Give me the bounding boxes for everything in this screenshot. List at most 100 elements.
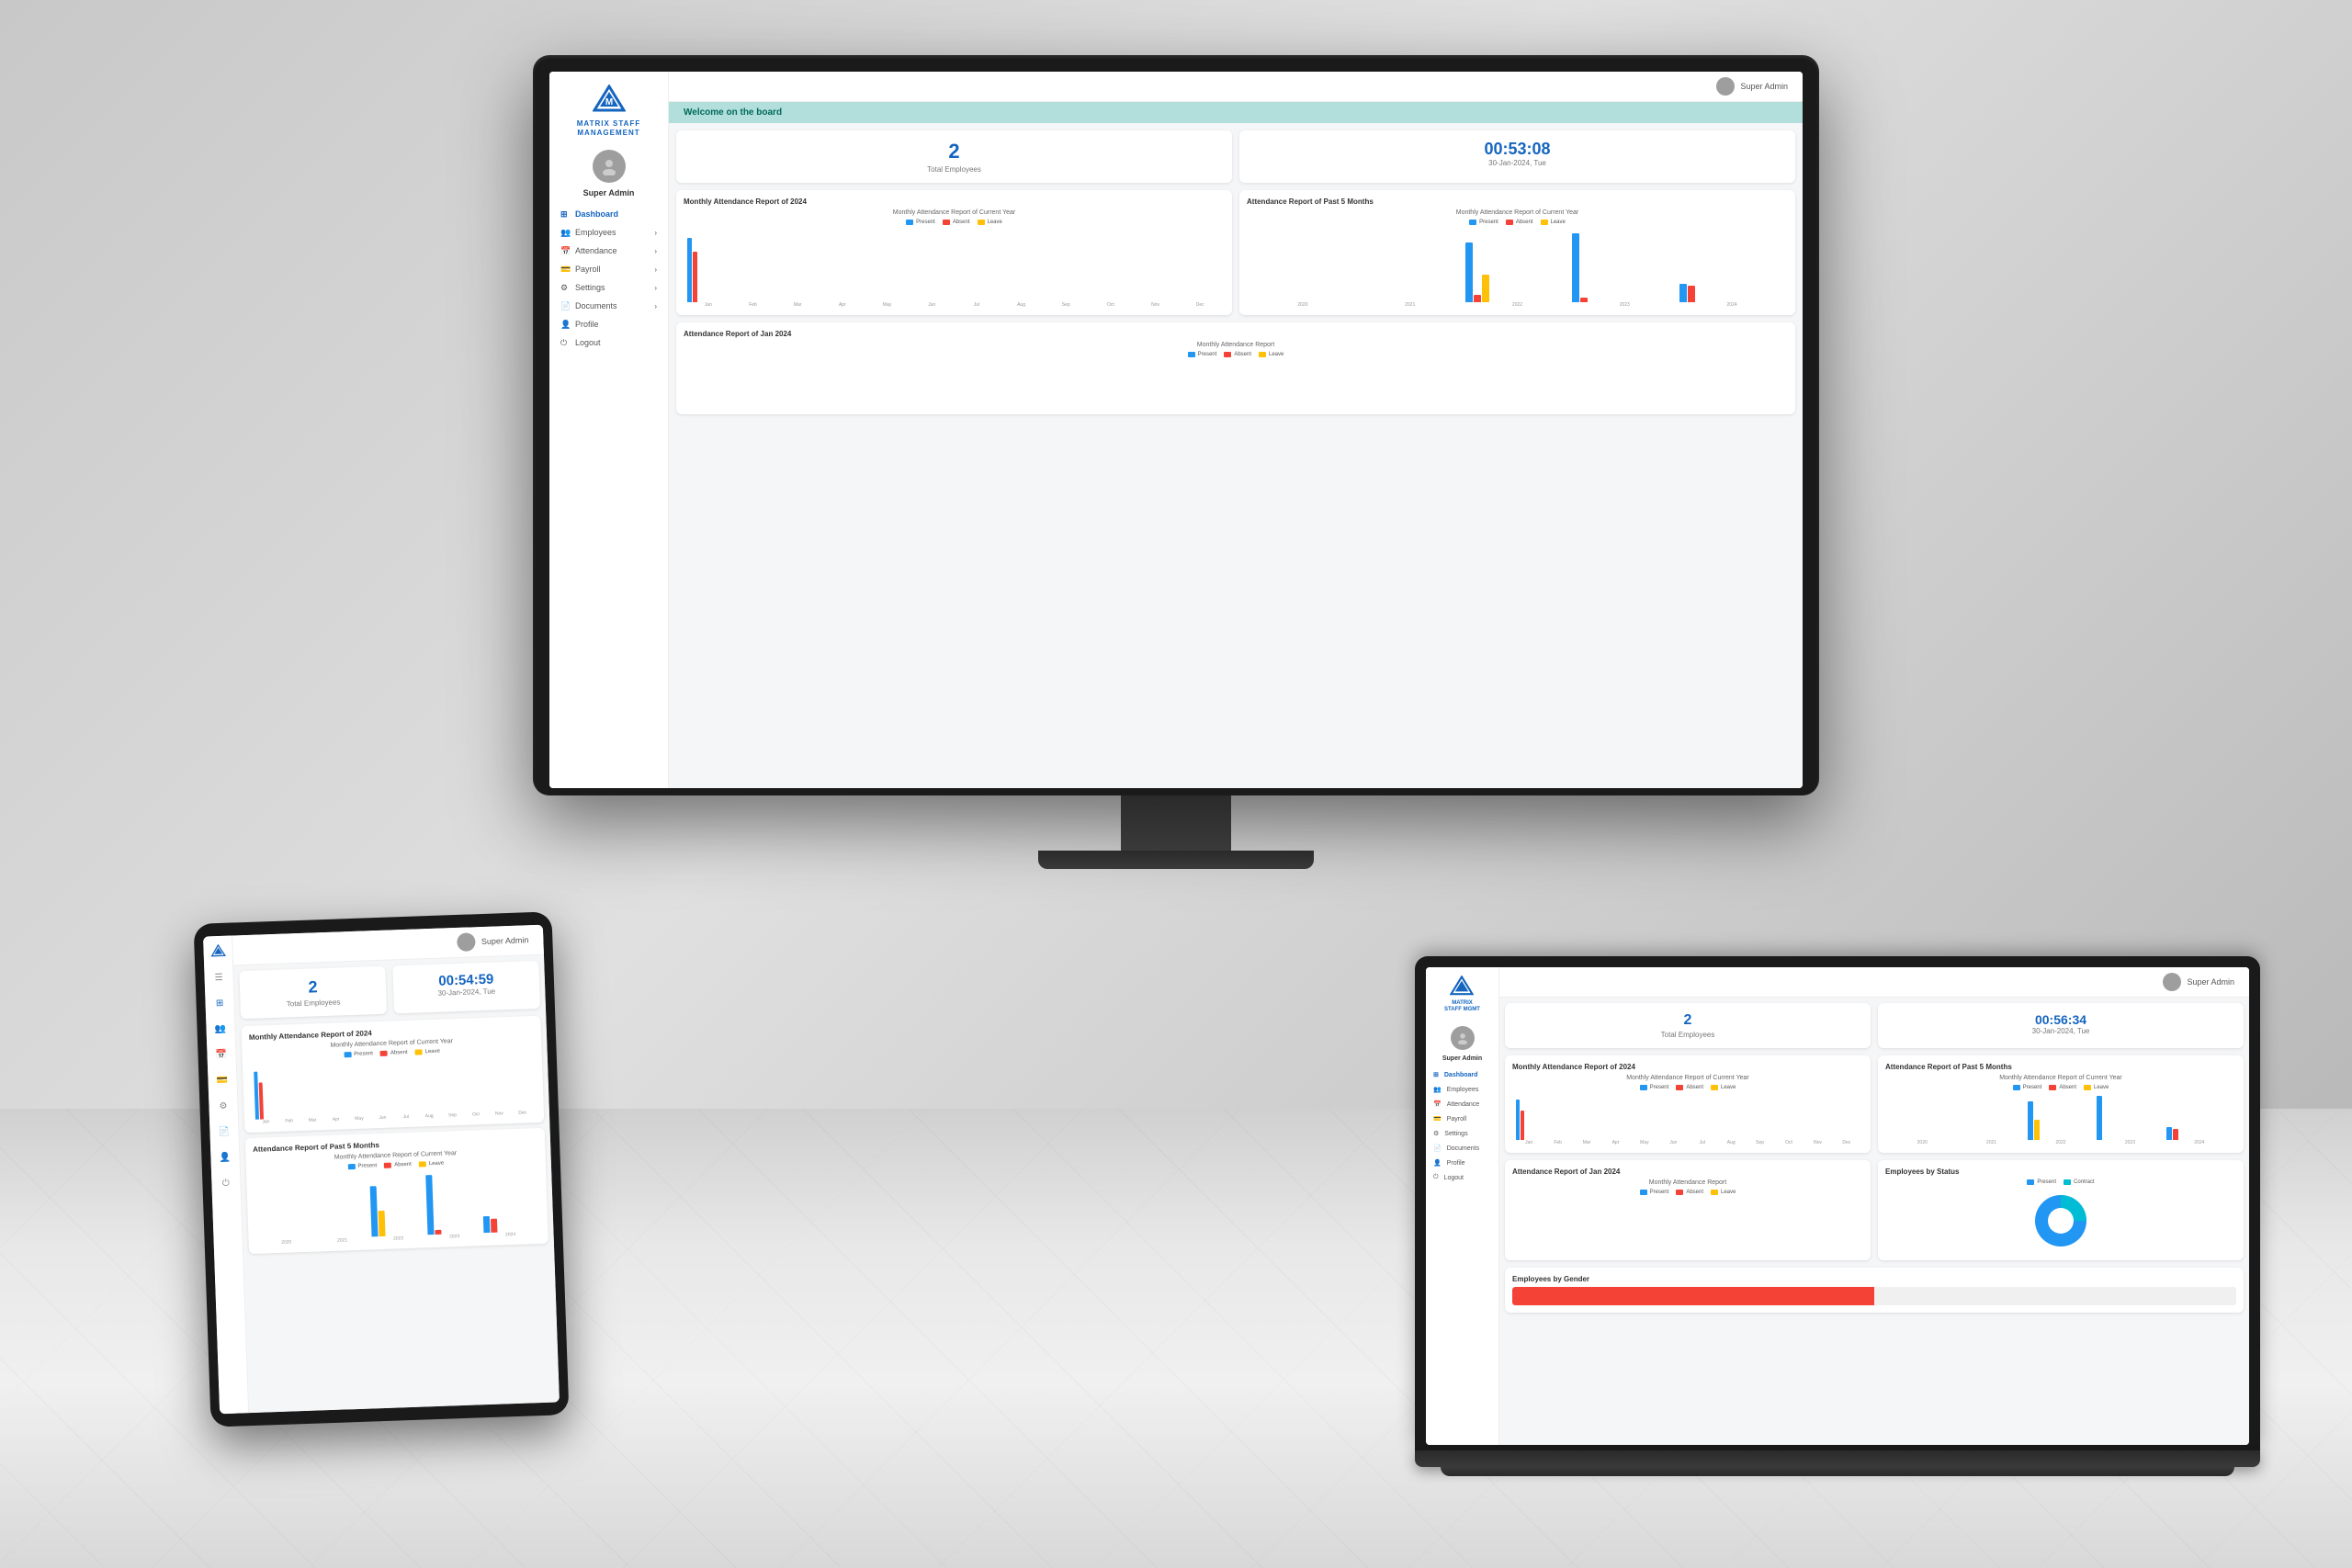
employees-icon: 👥 [560,228,570,237]
laptop-nav-profile[interactable]: 👤 Profile [1426,1156,1498,1170]
laptop-main: Super Admin 2 Total Employees 00:56:34 3… [1499,967,2249,1445]
lp5-leg-present: Present [2013,1085,2042,1090]
laptop-nav-settings[interactable]: ⚙ Settings [1426,1126,1498,1141]
laptop-nav-documents[interactable]: 📄 Documents [1426,1141,1498,1156]
bar-2022 [1465,243,1570,302]
lj-leg-present: Present [1640,1190,1669,1195]
employees-label: Total Employees [927,165,981,174]
sidebar-item-attendance[interactable]: 📅 Attendance › [549,242,668,260]
laptop-employees-card: 2 Total Employees [1505,1003,1871,1048]
sidebar-item-employees[interactable]: 👥 Employees › [549,223,668,242]
laptop-payroll-icon: 💳 [1433,1115,1442,1122]
desktop-sidebar: M MATRIX STAFF MANAGEMENT Super Admin ⊞ … [549,72,669,788]
jan2024-chart-area [684,361,1788,407]
monthly-chart-subtitle: Monthly Attendance Report of Current Yea… [684,209,1225,216]
t-leg-present: Present [344,1051,373,1057]
laptop-base-bottom [1441,1467,2235,1476]
laptop-jan2024-sub: Monthly Attendance Report [1512,1179,1863,1186]
l-leg-present: Present [1640,1085,1669,1090]
welcome-banner: Welcome on the board [669,102,1803,123]
tablet-nav-profile[interactable]: 👤 [217,1149,234,1167]
les-leg-contract: Contract [2064,1179,2095,1185]
lb-jan-a [1521,1111,1524,1140]
tablet-topbar-user: Super Admin [481,935,529,946]
sidebar-item-dashboard[interactable]: ⊞ Dashboard [549,205,668,223]
sidebar-item-settings[interactable]: ⚙ Settings › [549,278,668,297]
sidebar-item-payroll[interactable]: 💳 Payroll › [549,260,668,278]
sidebar-item-profile[interactable]: 👤 Profile [549,315,668,333]
tablet-nav-menu[interactable]: ☰ [210,969,228,987]
chart-row-2: Attendance Report of Jan 2024 Monthly At… [676,322,1795,414]
payroll-icon: 💳 [560,265,570,274]
laptop-gender-row: Employees by Gender [1505,1268,2244,1313]
t5-leg-present: Present [347,1163,377,1169]
current-time: 00:53:08 [1484,140,1550,159]
topbar-avatar [1716,77,1735,96]
laptop-nav-attendance[interactable]: 📅 Attendance [1426,1097,1498,1111]
past5-chart-subtitle: Monthly Attendance Report of Current Yea… [1247,209,1788,216]
laptop-emp-status-card: Employees by Status Present Contract [1878,1160,2244,1260]
lj-leg-leave: Leave [1711,1190,1736,1195]
laptop-date: 30-Jan-2024, Tue [2032,1027,2090,1035]
laptop-screen: MATRIXSTAFF MGMT Super Admin ⊞ Dashboard… [1426,967,2249,1445]
tablet-nav-logout[interactable]: ⏻ [218,1175,235,1192]
monitor-stand-neck [1121,795,1231,851]
laptop-sidebar: MATRIXSTAFF MGMT Super Admin ⊞ Dashboard… [1426,967,1499,1445]
tablet-nav-payroll[interactable]: 💳 [214,1072,232,1089]
laptop-past5-title: Attendance Report of Past 5 Months [1885,1063,2236,1071]
laptop-monthly-chart [1512,1094,1863,1140]
l-leg-absent: Absent [1676,1085,1703,1090]
sidebar-item-logout[interactable]: ⏻ Logout [549,333,668,352]
laptop-avatar [1451,1026,1475,1050]
laptop-bezel: MATRIXSTAFF MGMT Super Admin ⊞ Dashboard… [1415,956,2260,1450]
tablet-employees-label: Total Employees [287,998,341,1008]
past5-legend-present: Present [1469,220,1498,225]
chart-row-1: Monthly Attendance Report of 2024 Monthl… [676,190,1795,315]
laptop-past5-card: Attendance Report of Past 5 Months Month… [1878,1055,2244,1153]
tablet-device: ☰ ⊞ 👥 📅 💳 ⚙ 📄 👤 ⏻ Super Admin [194,911,570,1427]
laptop-logo: MATRIXSTAFF MGMT [1444,975,1480,1013]
monitor-stand-base [1038,851,1314,869]
t5-2022-l [379,1211,386,1236]
tablet-nav-dashboard[interactable]: ⊞ [211,995,229,1012]
sidebar-item-documents[interactable]: 📄 Documents › [549,297,668,315]
tablet-nav-documents[interactable]: 📄 [216,1123,233,1141]
laptop-chart-row2: Attendance Report of Jan 2024 Monthly At… [1505,1160,2244,1260]
lp5-2024-a [2173,1129,2178,1140]
tablet-logo-icon [209,943,227,961]
jan2024-title: Attendance Report of Jan 2024 [684,330,1788,338]
jan2024-card: Attendance Report of Jan 2024 Monthly At… [676,322,1795,414]
tablet-nav-settings[interactable]: ⚙ [215,1098,232,1115]
laptop-logo-icon [1449,975,1475,1000]
laptop-username: Super Admin [1442,1055,1482,1062]
stat-cards-row: 2 Total Employees 00:53:08 30-Jan-2024, … [676,130,1795,183]
laptop-nav-logout[interactable]: ⏻ Logout [1426,1170,1498,1185]
lp5-2022-l [2034,1120,2040,1140]
gender-bar [1512,1287,2236,1305]
l-leg-leave: Leave [1711,1085,1736,1090]
laptop-dashboard: 2 Total Employees 00:56:34 30-Jan-2024, … [1499,998,2249,1445]
tablet-nav-employees[interactable]: 👥 [212,1021,230,1038]
monitor-bezel: M MATRIX STAFF MANAGEMENT Super Admin ⊞ … [533,55,1819,795]
lp5-2024-p [2166,1127,2172,1140]
bar-jan-present [687,238,692,302]
laptop-nav-dashboard[interactable]: ⊞ Dashboard [1426,1067,1498,1082]
desktop-monitor: M MATRIX STAFF MANAGEMENT Super Admin ⊞ … [533,55,1819,869]
laptop-logo-text: MATRIXSTAFF MGMT [1444,1000,1480,1013]
laptop-nav-payroll[interactable]: 💳 Payroll [1426,1111,1498,1126]
employees-count: 2 [948,140,959,164]
current-date: 30-Jan-2024, Tue [1488,159,1546,167]
laptop-emp-gender-title: Employees by Gender [1512,1275,2236,1283]
past5-bar-chart [1247,229,1788,302]
laptop-nav-employees[interactable]: 👥 Employees [1426,1082,1498,1097]
lp5-2024 [2166,1127,2233,1140]
monthly-x-axis: Jan Feb Mar Apr May Jun Jul Aug Sep Oc [684,302,1225,308]
tablet-bezel: ☰ ⊞ 👥 📅 💳 ⚙ 📄 👤 ⏻ Super Admin [194,911,570,1427]
laptop-chart-row1: Monthly Attendance Report of 2024 Monthl… [1505,1055,2244,1153]
laptop-monthly-legend: Present Absent Leave [1512,1085,1863,1090]
laptop-base [1415,1450,2260,1467]
monthly-chart-title: Monthly Attendance Report of 2024 [684,197,1225,206]
past5-attendance-card: Attendance Report of Past 5 Months Month… [1239,190,1795,315]
tablet-nav-attendance[interactable]: 📅 [213,1046,231,1064]
laptop-emp-gender-card: Employees by Gender [1505,1268,2244,1313]
